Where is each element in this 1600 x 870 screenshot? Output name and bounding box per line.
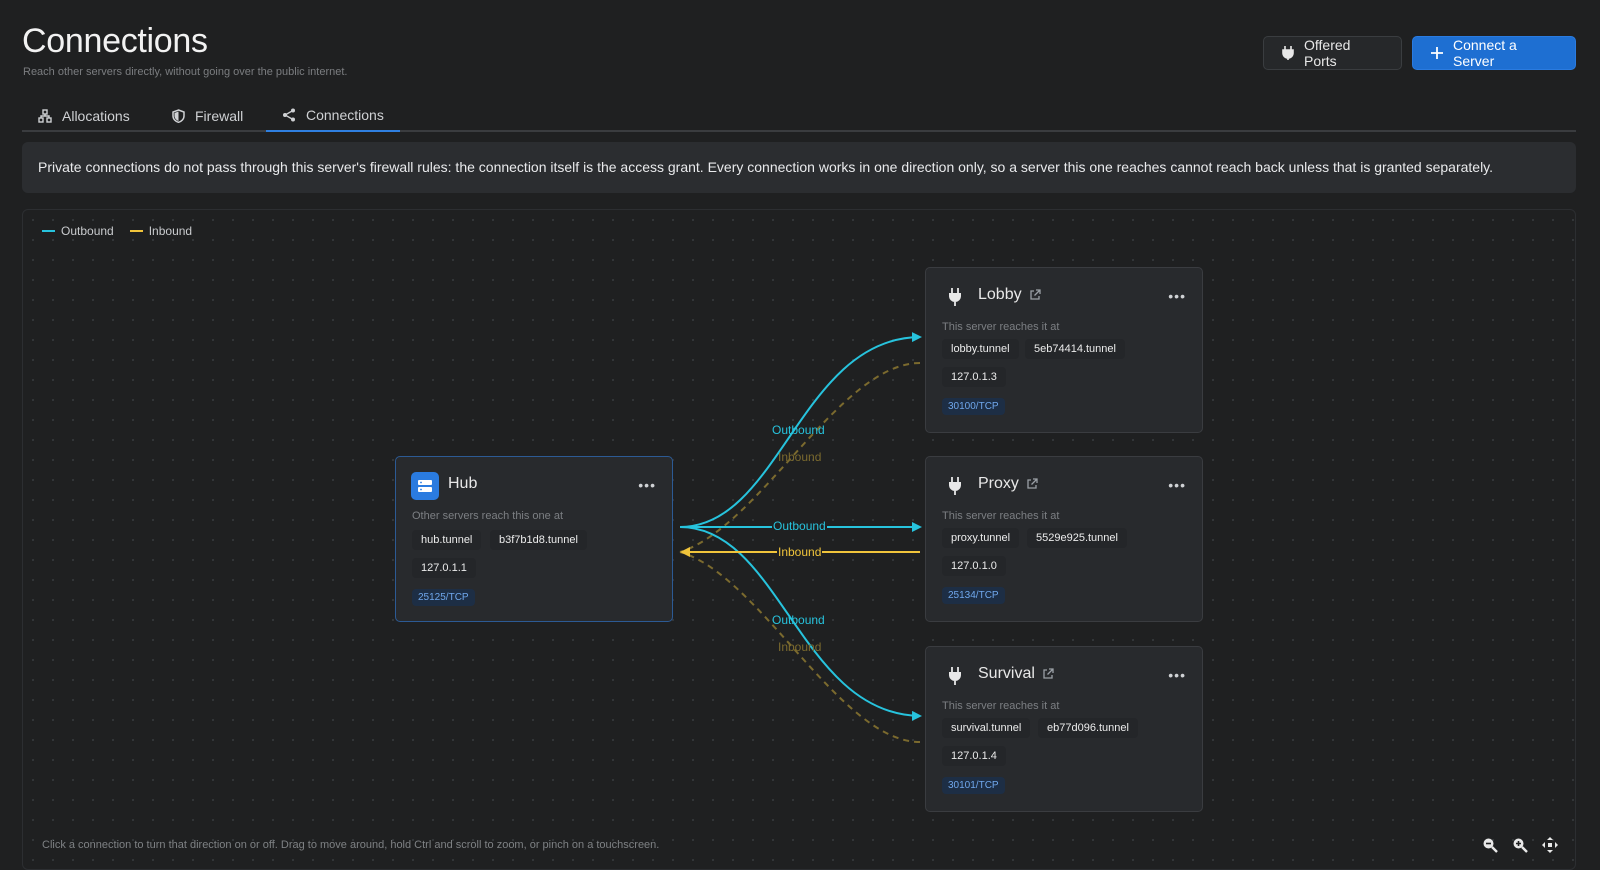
survival-host-chip: survival.tunnel <box>942 718 1031 738</box>
lobby-node[interactable]: Lobby ••• This server reaches it at lobb… <box>925 267 1203 433</box>
hub-host-chip-2: b3f7b1d8.tunnel <box>490 530 587 550</box>
survival-ip-chip: 127.0.1.4 <box>942 746 1006 766</box>
hub-port-badge: 25125/TCP <box>412 589 475 606</box>
lobby-host-chip-2: 5eb74414.tunnel <box>1025 339 1125 359</box>
lobby-ip-chip: 127.0.1.3 <box>942 367 1006 387</box>
survival-title[interactable]: Survival <box>978 665 1054 683</box>
server-icon <box>411 472 439 500</box>
lobby-port-badge: 30100/TCP <box>942 398 1005 415</box>
proxy-title[interactable]: Proxy <box>978 475 1038 493</box>
edge-label-survival-inbound[interactable]: Inbound <box>778 640 821 654</box>
plug-icon <box>941 283 969 311</box>
edge-label-lobby-outbound[interactable]: Outbound <box>772 423 825 437</box>
survival-port-badge: 30101/TCP <box>942 777 1005 794</box>
external-link-icon[interactable] <box>1026 478 1038 490</box>
proxy-more-icon[interactable]: ••• <box>1168 478 1186 492</box>
edge-label-lobby-inbound[interactable]: Inbound <box>778 450 821 464</box>
zoom-out-icon <box>1483 838 1498 853</box>
hub-name: Hub <box>448 475 478 492</box>
proxy-caption: This server reaches it at <box>942 510 1060 522</box>
hub-host-chip: hub.tunnel <box>412 530 482 550</box>
proxy-host-chip-2: 5529e925.tunnel <box>1027 528 1127 548</box>
hub-node[interactable]: Hub ••• Other servers reach this one at … <box>395 456 673 622</box>
edge-label-survival-outbound[interactable]: Outbound <box>772 613 825 627</box>
zoom-in-icon <box>1513 838 1528 853</box>
edge-label-proxy-outbound[interactable]: Outbound <box>772 519 827 533</box>
lobby-name: Lobby <box>978 286 1022 303</box>
external-link-icon[interactable] <box>1029 289 1041 301</box>
survival-host-chip-2: eb77d096.tunnel <box>1038 718 1138 738</box>
hub-ip-chip: 127.0.1.1 <box>412 558 476 578</box>
move-icon <box>1542 837 1558 853</box>
survival-name: Survival <box>978 665 1035 682</box>
hub-title: Hub <box>448 475 477 493</box>
external-link-icon[interactable] <box>1042 668 1054 680</box>
edge-label-proxy-inbound[interactable]: Inbound <box>777 545 823 559</box>
hub-caption: Other servers reach this one at <box>412 510 564 522</box>
survival-more-icon[interactable]: ••• <box>1168 668 1186 682</box>
lobby-title[interactable]: Lobby <box>978 286 1041 304</box>
lobby-more-icon[interactable]: ••• <box>1168 289 1186 303</box>
proxy-host-chip: proxy.tunnel <box>942 528 1020 548</box>
fit-view-button[interactable] <box>1539 834 1561 856</box>
survival-caption: This server reaches it at <box>942 700 1060 712</box>
lobby-caption: This server reaches it at <box>942 321 1060 333</box>
proxy-node[interactable]: Proxy ••• This server reaches it at prox… <box>925 456 1203 622</box>
zoom-in-button[interactable] <box>1509 834 1531 856</box>
proxy-port-badge: 25134/TCP <box>942 587 1005 604</box>
hub-more-icon[interactable]: ••• <box>638 478 656 492</box>
canvas-help-text: Click a connection to turn that directio… <box>42 839 660 851</box>
plug-icon <box>941 472 969 500</box>
plug-icon <box>941 662 969 690</box>
zoom-out-button[interactable] <box>1479 834 1501 856</box>
lobby-host-chip: lobby.tunnel <box>942 339 1019 359</box>
proxy-ip-chip: 127.0.1.0 <box>942 556 1006 576</box>
proxy-name: Proxy <box>978 475 1019 492</box>
survival-node[interactable]: Survival ••• This server reaches it at s… <box>925 646 1203 812</box>
